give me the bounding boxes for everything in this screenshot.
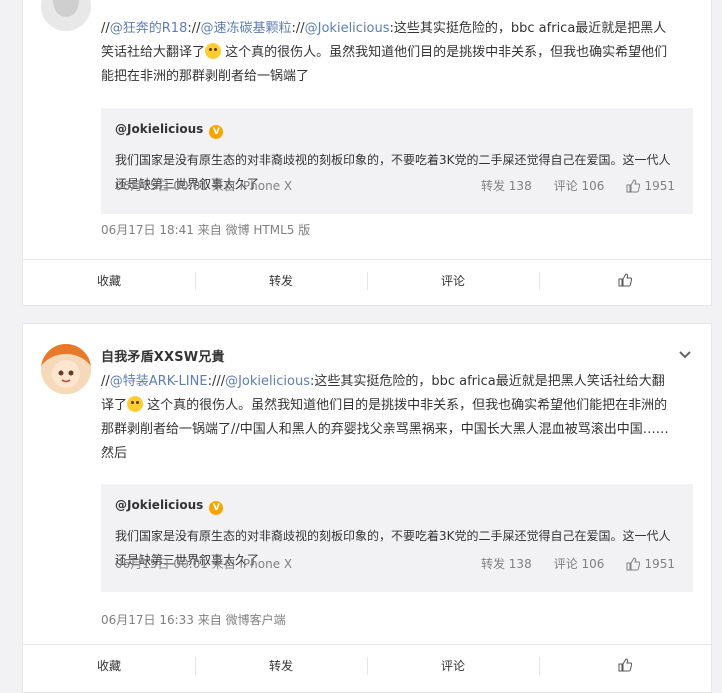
- post-text: //@特装ARK-LINE:///@Jokielicious:这些其实挺危险的，…: [101, 370, 671, 466]
- repost-button[interactable]: 转发: [195, 645, 367, 687]
- repost-separator: ://: [187, 21, 201, 36]
- quoted-username[interactable]: @Jokielicious V: [115, 498, 224, 515]
- thumbs-up-icon: [626, 178, 641, 192]
- chevron-down-icon[interactable]: [677, 346, 693, 362]
- quoted-meta: 06月15日 00:01 来自 iPhone X: [115, 179, 293, 193]
- verified-badge-icon: V: [209, 501, 224, 515]
- quoted-stats: 转发 138 评论 106 1951: [481, 177, 675, 194]
- mention-link[interactable]: @特装ARK-LINE: [110, 374, 208, 389]
- avatar[interactable]: [41, 344, 91, 394]
- weibo-post-card: 自我矛盾XXSW兄貴 //@特装ARK-LINE:///@Jokieliciou…: [22, 323, 712, 693]
- repost-button[interactable]: 转发: [195, 260, 367, 302]
- post-text: //@狂奔的R18://@速冻碳基颗粒://@Jokielicious:这些其实…: [101, 17, 671, 89]
- grin-emoji-icon: [205, 43, 222, 59]
- quoted-post[interactable]: @Jokielicious V 我们国家是没有原生态的对非裔歧视的刻板印象的，不要…: [101, 108, 693, 214]
- quoted-like-count[interactable]: 1951: [626, 557, 675, 571]
- anime-avatar-icon: [41, 344, 91, 394]
- repost-separator: :///: [207, 374, 226, 389]
- action-bar: 收藏 转发 评论: [23, 644, 711, 687]
- post-meta: 06月17日 18:41 来自 微博 HTML5 版: [101, 223, 311, 237]
- quoted-like-count[interactable]: 1951: [626, 179, 675, 193]
- mention-link[interactable]: @速冻碳基颗粒: [200, 21, 291, 36]
- favorite-button[interactable]: 收藏: [23, 260, 195, 302]
- thumbs-up-icon: [618, 658, 633, 672]
- verified-badge-icon: V: [209, 125, 224, 139]
- quoted-username[interactable]: @Jokielicious V: [115, 122, 224, 139]
- repost-separator: ://: [291, 21, 305, 36]
- thumbs-up-icon: [618, 273, 633, 287]
- grin-emoji-icon: [127, 396, 144, 412]
- comment-button[interactable]: 评论: [367, 645, 539, 687]
- quoted-post[interactable]: @Jokielicious V 我们国家是没有原生态的对非裔歧视的刻板印象的，不要…: [101, 484, 693, 592]
- weibo-post-card: //@狂奔的R18://@速冻碳基颗粒://@Jokielicious:这些其实…: [22, 0, 712, 306]
- mention-link[interactable]: @Jokielicious: [305, 21, 390, 36]
- action-bar: 收藏 转发 评论: [23, 259, 711, 302]
- avatar-face-icon: [41, 0, 91, 31]
- thumbs-up-icon: [626, 556, 641, 570]
- quoted-comment-count[interactable]: 评论 106: [554, 177, 605, 194]
- quoted-meta: 06月15日 00:01 来自 iPhone X: [115, 557, 293, 571]
- comment-button[interactable]: 评论: [367, 260, 539, 302]
- quoted-comment-count[interactable]: 评论 106: [554, 555, 605, 572]
- repost-separator: //: [101, 374, 110, 389]
- like-button[interactable]: [539, 260, 711, 302]
- post-body: 这个真的很伤人。虽然我知道他们目的是挑拨中非关系，但我也确实希望他们能把在非洲的…: [101, 398, 669, 461]
- like-button[interactable]: [539, 645, 711, 687]
- quoted-repost-count[interactable]: 转发 138: [481, 555, 532, 572]
- quoted-stats: 转发 138 评论 106 1951: [481, 555, 675, 572]
- username[interactable]: 自我矛盾XXSW兄貴: [101, 346, 225, 365]
- favorite-button[interactable]: 收藏: [23, 645, 195, 687]
- quoted-repost-count[interactable]: 转发 138: [481, 177, 532, 194]
- post-meta: 06月17日 16:33 来自 微博客户端: [101, 613, 286, 627]
- mention-link[interactable]: @Jokielicious: [225, 374, 310, 389]
- mention-link[interactable]: @狂奔的R18: [110, 21, 188, 36]
- repost-separator: //: [101, 21, 110, 36]
- avatar[interactable]: [41, 0, 91, 31]
